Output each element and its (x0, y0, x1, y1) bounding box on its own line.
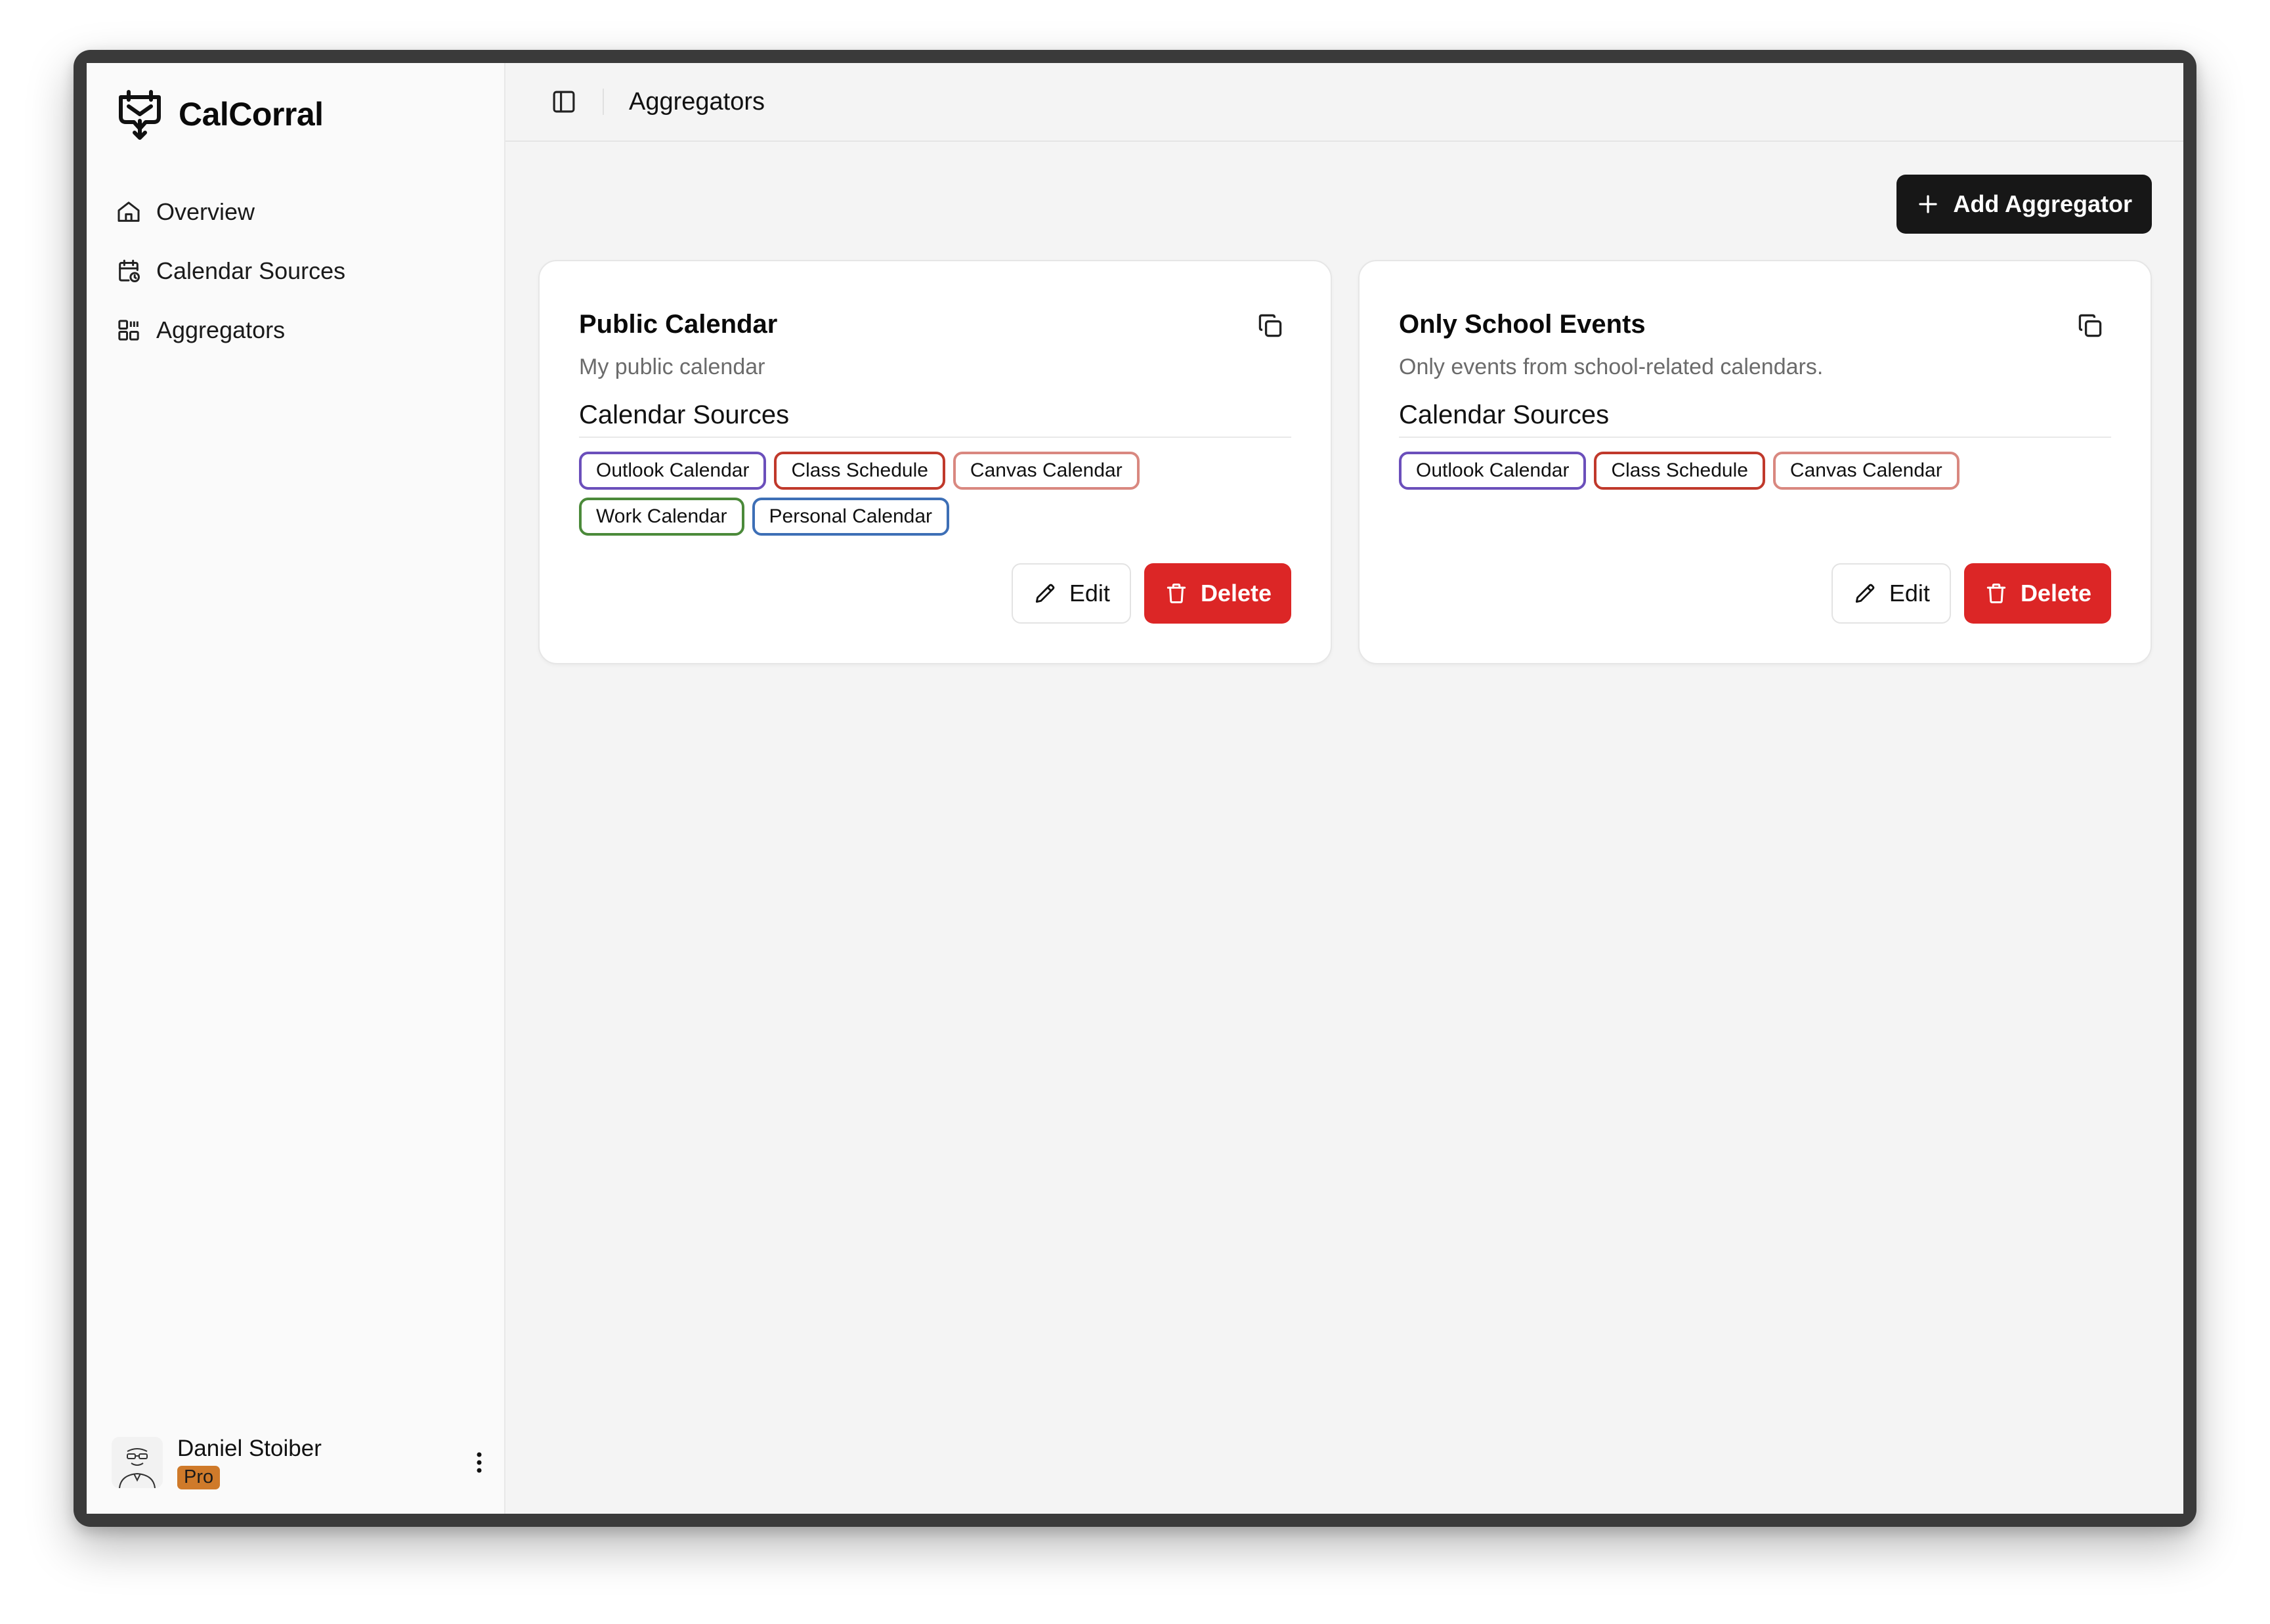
app-shell: CalCorral Overview Calendar Sources Aggr… (87, 63, 2183, 1514)
sidebar-item-label: Aggregators (156, 316, 286, 343)
home-icon (118, 202, 140, 222)
sources-heading: Calendar Sources (1399, 400, 2111, 438)
card-title: Public Calendar (579, 310, 778, 339)
source-chip: Outlook Calendar (1399, 452, 1587, 490)
sources-heading: Calendar Sources (579, 400, 1291, 438)
topbar: Aggregators (505, 63, 2183, 142)
aggregator-card: Public Calendar My public calendar Calen… (538, 260, 1332, 664)
edit-button[interactable]: Edit (1011, 563, 1131, 624)
user-name: Daniel Stoiber (177, 1436, 322, 1461)
pencil-icon (1035, 584, 1055, 603)
source-chip: Canvas Calendar (953, 452, 1140, 490)
source-chip: Personal Calendar (752, 498, 950, 536)
brand[interactable]: CalCorral (116, 88, 324, 140)
sidebar-item-label: Calendar Sources (156, 257, 346, 284)
trash-icon (1986, 584, 2006, 603)
avatar-illustration-icon (112, 1437, 163, 1488)
source-chip: Class Schedule (774, 452, 945, 490)
sidebar-nav: Overview Calendar Sources Aggregators (112, 182, 479, 360)
plan-badge: Pro (177, 1466, 221, 1489)
sidebar: CalCorral Overview Calendar Sources Aggr… (87, 63, 505, 1514)
app-window: CalCorral Overview Calendar Sources Aggr… (74, 50, 2196, 1527)
calcorral-logo-icon (119, 90, 161, 140)
sidebar-item-overview[interactable]: Overview (112, 182, 479, 242)
edit-label: Edit (1069, 580, 1110, 607)
card-actions: Edit Delete (1831, 563, 2111, 624)
delete-button[interactable]: Delete (1963, 563, 2111, 624)
topbar-divider (603, 89, 604, 115)
trash-icon (1167, 584, 1186, 603)
source-chip: Canvas Calendar (1772, 452, 1959, 490)
delete-button[interactable]: Delete (1144, 563, 1291, 624)
source-chips: Outlook Calendar Class Schedule Canvas C… (579, 452, 1291, 536)
user-menu-button[interactable] (466, 1443, 492, 1482)
grid-icon (118, 320, 139, 341)
pencil-icon (1855, 584, 1875, 603)
source-chip: Outlook Calendar (579, 452, 767, 490)
source-chip: Work Calendar (579, 498, 744, 536)
sidebar-item-aggregators[interactable]: Aggregators (112, 301, 479, 360)
aggregator-cards: Public Calendar My public calendar Calen… (538, 260, 2152, 664)
delete-label: Delete (1200, 580, 1272, 607)
plus-icon (1919, 195, 1937, 213)
aggregator-card: Only School Events Only events from scho… (1358, 260, 2152, 664)
calendar-clock-icon (119, 259, 140, 282)
page-title: Aggregators (629, 87, 765, 116)
add-aggregator-button[interactable]: Add Aggregator (1896, 175, 2152, 234)
copy-icon[interactable] (2076, 311, 2105, 340)
sidebar-toggle-icon[interactable] (550, 88, 578, 116)
source-chips: Outlook Calendar Class Schedule Canvas C… (1399, 452, 2111, 490)
card-description: My public calendar (579, 354, 765, 379)
app-name: CalCorral (179, 96, 324, 133)
main-content: Aggregators Add Aggregator Public Calend… (505, 63, 2183, 1514)
add-aggregator-label: Add Aggregator (1953, 190, 2132, 217)
user-info: Daniel Stoiber Pro (177, 1436, 466, 1489)
delete-label: Delete (2020, 580, 2091, 607)
card-actions: Edit Delete (1011, 563, 1291, 624)
copy-icon[interactable] (1256, 311, 1285, 340)
sidebar-item-label: Overview (156, 198, 255, 225)
sidebar-item-calendar-sources[interactable]: Calendar Sources (112, 242, 479, 301)
source-chip: Class Schedule (1594, 452, 1765, 490)
card-description: Only events from school-related calendar… (1399, 354, 1824, 379)
more-vertical-icon (477, 1452, 482, 1473)
edit-label: Edit (1889, 580, 1930, 607)
user-profile[interactable]: Daniel Stoiber Pro (112, 1430, 492, 1495)
edit-button[interactable]: Edit (1831, 563, 1951, 624)
card-title: Only School Events (1399, 310, 1646, 339)
avatar (112, 1437, 163, 1488)
